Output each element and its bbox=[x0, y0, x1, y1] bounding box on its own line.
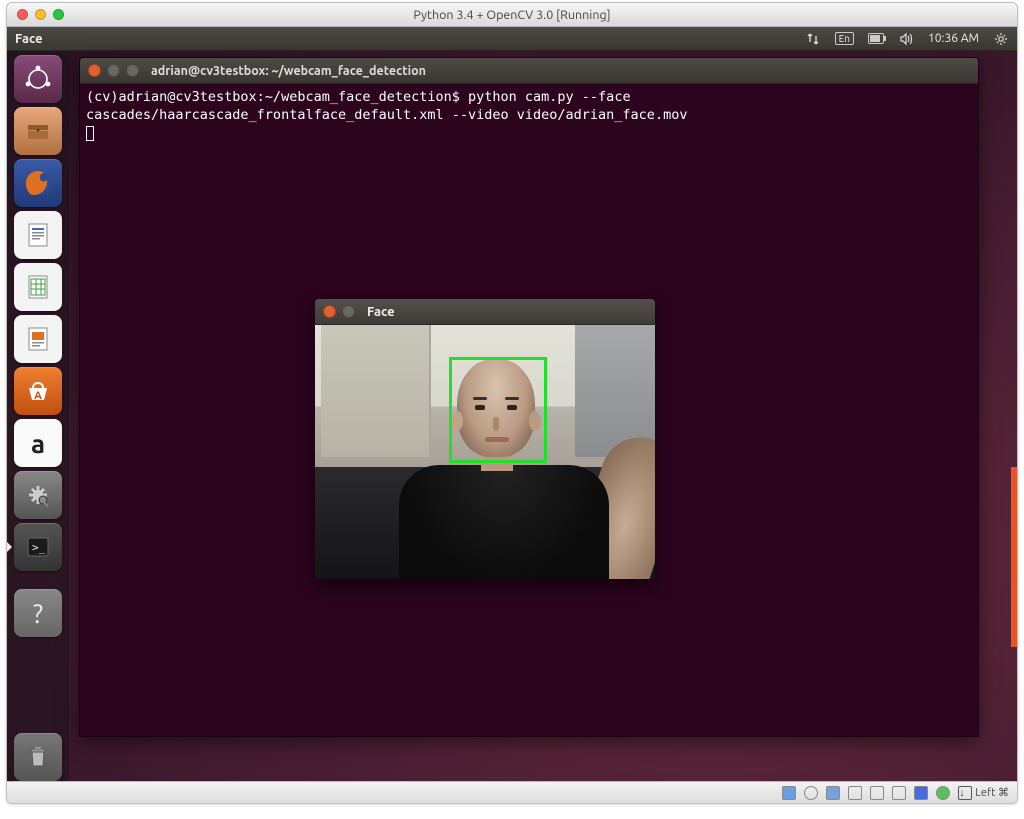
clock[interactable]: 10:36 AM bbox=[928, 32, 979, 45]
unity-launcher: A a >_ ? bbox=[7, 51, 69, 781]
vbox-hostkey-icon: ↓ bbox=[958, 786, 972, 800]
face-window-close-button[interactable] bbox=[323, 305, 336, 318]
face-detection-rectangle bbox=[449, 357, 547, 463]
terminal-close-button[interactable] bbox=[88, 64, 101, 77]
ubuntu-desktop: Face En 10:36 AM bbox=[7, 27, 1017, 781]
wallpaper-accent bbox=[1011, 467, 1017, 647]
launcher-trash[interactable] bbox=[14, 733, 62, 781]
vbox-optical-icon[interactable] bbox=[804, 786, 818, 800]
network-icon[interactable] bbox=[805, 31, 821, 47]
vbox-network-icon[interactable] bbox=[848, 786, 862, 800]
launcher-terminal[interactable]: >_ bbox=[14, 523, 62, 571]
face-window-titlebar[interactable]: Face bbox=[315, 299, 655, 325]
volume-icon[interactable] bbox=[898, 31, 914, 47]
mac-titlebar: Python 3.4 + OpenCV 3.0 [Running] bbox=[7, 3, 1017, 27]
active-app-name: Face bbox=[15, 32, 43, 46]
vbox-host-key-label: Left ⌘ bbox=[975, 786, 1009, 799]
vbox-host-key[interactable]: ↓ Left ⌘ bbox=[958, 786, 1009, 800]
launcher-ubuntu-software[interactable]: A bbox=[14, 367, 62, 415]
terminal-titlebar[interactable]: adrian@cv3testbox: ~/webcam_face_detecti… bbox=[80, 58, 978, 84]
terminal-body[interactable]: (cv)adrian@cv3testbox:~/webcam_face_dete… bbox=[80, 84, 978, 147]
face-window-title: Face bbox=[367, 305, 395, 319]
terminal-minimize-button[interactable] bbox=[107, 64, 120, 77]
vm-host-window: Python 3.4 + OpenCV 3.0 [Running] Face E… bbox=[6, 2, 1018, 804]
mac-window-title: Python 3.4 + OpenCV 3.0 [Running] bbox=[7, 8, 1017, 22]
launcher-dash[interactable] bbox=[14, 55, 62, 103]
vbox-guest-additions-icon[interactable] bbox=[936, 786, 950, 800]
keyboard-layout-indicator[interactable]: En bbox=[835, 32, 854, 45]
person-shirt bbox=[399, 465, 609, 579]
vbox-usb-icon[interactable] bbox=[826, 786, 840, 800]
vbox-recording-icon[interactable] bbox=[914, 786, 928, 800]
launcher-system-settings[interactable] bbox=[14, 471, 62, 519]
face-video-frame bbox=[315, 325, 655, 579]
battery-icon[interactable] bbox=[868, 31, 884, 47]
background-door bbox=[321, 325, 431, 457]
svg-text:>_: >_ bbox=[32, 541, 46, 554]
terminal-maximize-button[interactable] bbox=[126, 64, 139, 77]
face-window-minimize-button[interactable] bbox=[342, 305, 355, 318]
vbox-display-icon[interactable] bbox=[892, 786, 906, 800]
virtualbox-status-bar: ↓ Left ⌘ bbox=[7, 781, 1017, 803]
help-question-glyph: ? bbox=[33, 599, 43, 628]
launcher-help[interactable]: ? bbox=[14, 589, 62, 637]
launcher-files[interactable] bbox=[14, 107, 62, 155]
amazon-a-glyph: a bbox=[31, 429, 45, 458]
terminal-title: adrian@cv3testbox: ~/webcam_face_detecti… bbox=[151, 64, 426, 78]
launcher-libreoffice-impress[interactable] bbox=[14, 315, 62, 363]
opencv-face-window[interactable]: Face bbox=[315, 299, 655, 579]
terminal-prompt: (cv)adrian@cv3testbox:~/webcam_face_dete… bbox=[86, 89, 460, 105]
launcher-libreoffice-writer[interactable] bbox=[14, 211, 62, 259]
launcher-libreoffice-calc[interactable] bbox=[14, 263, 62, 311]
terminal-cursor bbox=[86, 126, 94, 141]
vbox-shared-folders-icon[interactable] bbox=[870, 786, 884, 800]
session-gear-icon[interactable] bbox=[993, 31, 1009, 47]
ubuntu-topbar: Face En 10:36 AM bbox=[7, 27, 1017, 51]
launcher-firefox[interactable] bbox=[14, 159, 62, 207]
launcher-amazon[interactable]: a bbox=[14, 419, 62, 467]
svg-text:A: A bbox=[34, 390, 42, 402]
vbox-hdd-icon[interactable] bbox=[782, 786, 796, 800]
